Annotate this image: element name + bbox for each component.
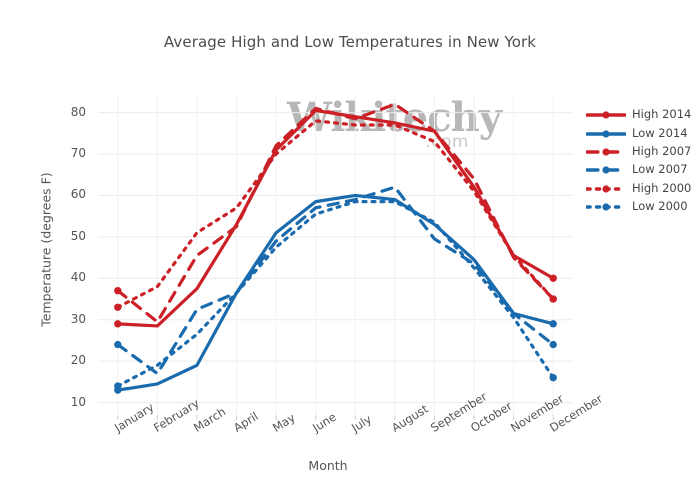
legend-label: High 2007 xyxy=(632,143,692,158)
legend-swatch-icon xyxy=(585,144,627,158)
y-axis-title: Temperature (degrees F) xyxy=(38,172,54,327)
legend-item-low-2007[interactable]: Low 2007 xyxy=(585,160,691,178)
legend-label: Low 2007 xyxy=(632,162,688,177)
chart-legend: High 2014 Low 2014 High 2007 Low 2007 High 2… xyxy=(585,105,692,215)
legend-item-high-2007[interactable]: High 2007 xyxy=(585,142,692,160)
data-series-group xyxy=(114,102,557,394)
series-low-2014 xyxy=(114,193,557,394)
legend-swatch-icon xyxy=(585,181,627,195)
legend-label: High 2000 xyxy=(632,180,692,195)
legend-item-low-2014[interactable]: Low 2014 xyxy=(585,123,691,141)
y-tick-label: 10 xyxy=(70,394,86,409)
legend-swatch-icon xyxy=(585,126,627,140)
legend-item-low-2000[interactable]: Low 2000 xyxy=(585,197,691,215)
legend-swatch-icon xyxy=(585,162,627,176)
legend-label: Low 2000 xyxy=(632,199,688,214)
gridlines xyxy=(98,96,573,415)
legend-swatch-icon xyxy=(585,107,627,121)
legend-label: High 2014 xyxy=(632,107,692,122)
legend-swatch-icon xyxy=(585,199,627,213)
legend-item-high-2000[interactable]: High 2000 xyxy=(585,179,692,197)
legend-label: Low 2014 xyxy=(632,125,688,140)
x-axis-title: Month xyxy=(308,458,348,473)
chart-container: Average High and Low Temperatures in New… xyxy=(0,0,700,500)
legend-item-high-2014[interactable]: High 2014 xyxy=(585,105,692,123)
y-tick-label: 80 xyxy=(70,104,86,119)
